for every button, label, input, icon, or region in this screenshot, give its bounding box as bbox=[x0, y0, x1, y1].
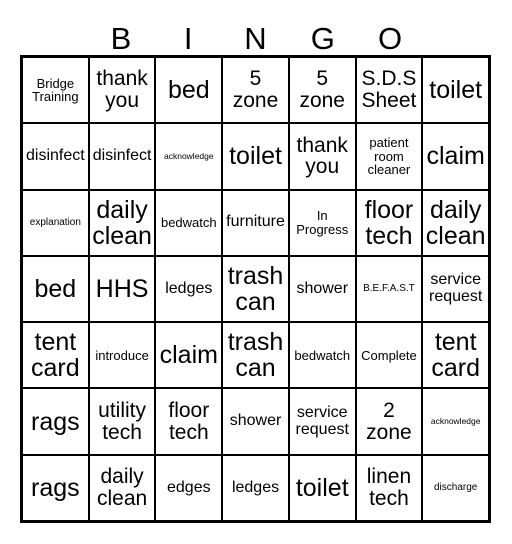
bingo-cell[interactable]: rags bbox=[23, 389, 90, 454]
bingo-cell[interactable]: Complete bbox=[356, 323, 424, 388]
bingo-cell[interactable]: trash can bbox=[223, 323, 290, 388]
bingo-cell[interactable]: tent card bbox=[423, 323, 489, 388]
bingo-cell[interactable]: B.E.F.A.S.T bbox=[356, 256, 424, 322]
bingo-cell[interactable]: ledges bbox=[223, 455, 290, 520]
bingo-cell[interactable]: bed bbox=[156, 58, 224, 123]
bingo-cell[interactable]: explanation bbox=[23, 190, 90, 255]
bingo-cell[interactable]: furniture bbox=[223, 190, 290, 255]
bingo-cell[interactable]: toilet bbox=[289, 455, 357, 520]
bingo-cell[interactable]: shower bbox=[223, 389, 290, 454]
bingo-cell[interactable]: daily clean bbox=[89, 455, 157, 520]
bingo-card-page: BINGO Bridge Training thank you bed 5 zone 5… bbox=[0, 0, 512, 544]
bingo-cell[interactable]: utility tech bbox=[89, 389, 157, 454]
bingo-row: disinfect disinfect acknowledge toilet thank… bbox=[23, 124, 489, 191]
bingo-row: rags utility tech floor tech shower service … bbox=[23, 389, 489, 456]
bingo-cell[interactable]: service request bbox=[423, 256, 489, 322]
bingo-cell[interactable]: bed bbox=[23, 256, 90, 322]
bingo-cell[interactable]: edges bbox=[156, 455, 224, 520]
bingo-cell[interactable]: claim bbox=[156, 323, 224, 388]
bingo-cell[interactable]: bedwatch bbox=[289, 323, 357, 388]
bingo-cell[interactable]: introduce bbox=[89, 323, 157, 388]
bingo-cell[interactable]: acknowledge bbox=[156, 124, 224, 189]
bingo-grid: Bridge Training thank you bed 5 zone 5 zone S… bbox=[20, 55, 491, 523]
bingo-cell[interactable]: thank you bbox=[89, 58, 157, 123]
bingo-cell[interactable]: acknowledge bbox=[423, 389, 489, 454]
bingo-cell[interactable]: disinfect bbox=[89, 124, 157, 189]
bingo-cell[interactable]: ledges bbox=[156, 256, 224, 322]
bingo-cell[interactable]: bedwatch bbox=[156, 190, 224, 255]
bingo-header-spacer bbox=[424, 14, 491, 54]
bingo-cell[interactable]: trash can bbox=[223, 256, 290, 322]
bingo-row: Bridge Training thank you bed 5 zone 5 zone S… bbox=[23, 58, 489, 125]
bingo-cell[interactable]: tent card bbox=[23, 323, 90, 388]
bingo-cell[interactable]: daily clean bbox=[423, 190, 489, 255]
bingo-cell[interactable]: daily clean bbox=[89, 190, 157, 255]
bingo-cell[interactable]: discharge bbox=[423, 455, 489, 520]
bingo-cell[interactable]: 5 zone bbox=[289, 58, 357, 123]
bingo-cell[interactable]: rags bbox=[23, 455, 90, 520]
bingo-row: tent card introduce claim trash can bedwatch… bbox=[23, 323, 489, 390]
bingo-header-letter-i: I bbox=[183, 21, 193, 56]
bingo-cell[interactable]: toilet bbox=[423, 58, 489, 123]
bingo-cell[interactable]: floor tech bbox=[356, 190, 424, 255]
bingo-header-letter-g: G bbox=[310, 21, 335, 56]
bingo-cell[interactable]: toilet bbox=[223, 124, 290, 189]
bingo-row: rags daily clean edges ledges toilet linen te… bbox=[23, 455, 489, 520]
bingo-header-spacer bbox=[20, 14, 87, 54]
bingo-cell[interactable]: 5 zone bbox=[223, 58, 290, 123]
bingo-cell[interactable]: claim bbox=[423, 124, 489, 189]
bingo-cell[interactable]: HHS bbox=[89, 256, 157, 322]
bingo-header-letter-b: B bbox=[110, 21, 132, 56]
bingo-cell[interactable]: service request bbox=[289, 389, 357, 454]
bingo-cell[interactable]: patient room cleaner bbox=[356, 124, 424, 189]
bingo-cell[interactable]: S.D.S Sheet bbox=[356, 58, 424, 123]
bingo-header-letter-o: O bbox=[377, 21, 403, 56]
bingo-row: bed HHS ledges trash can shower B.E.F.A.S.T se… bbox=[23, 256, 489, 324]
bingo-row: explanation daily clean bedwatch furniture I… bbox=[23, 190, 489, 257]
bingo-header-letter-n: N bbox=[244, 21, 267, 56]
bingo-cell[interactable]: floor tech bbox=[156, 389, 224, 454]
bingo-cell[interactable]: Bridge Training bbox=[23, 58, 90, 123]
bingo-cell[interactable]: disinfect bbox=[23, 124, 90, 189]
bingo-header-letters: BINGO bbox=[20, 14, 491, 54]
bingo-cell[interactable]: 2 zone bbox=[356, 389, 424, 454]
bingo-cell[interactable]: shower bbox=[289, 256, 357, 322]
bingo-cell[interactable]: thank you bbox=[289, 124, 357, 189]
bingo-cell[interactable]: linen tech bbox=[356, 455, 424, 520]
bingo-cell[interactable]: In Progress bbox=[289, 190, 357, 255]
